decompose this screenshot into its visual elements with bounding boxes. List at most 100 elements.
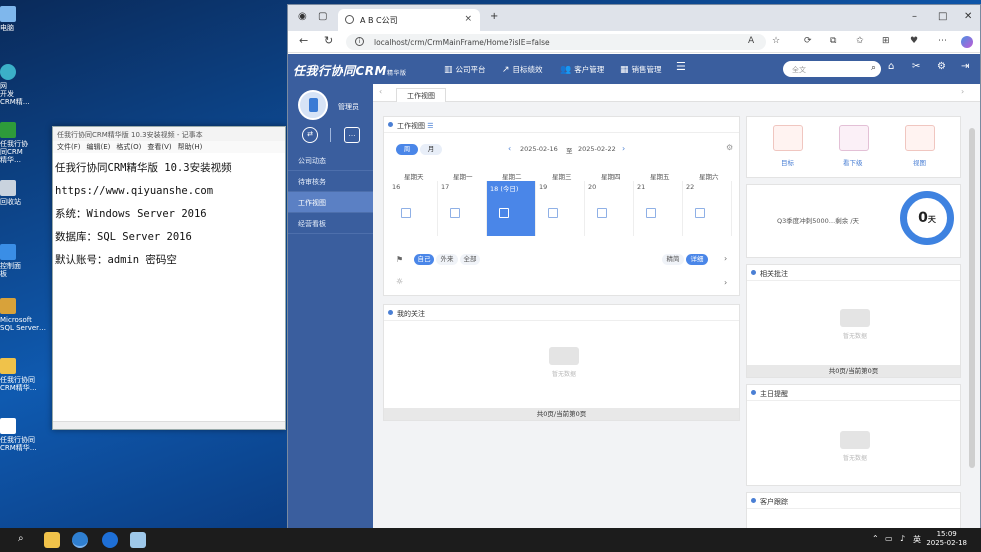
next-week-icon[interactable]: › xyxy=(622,144,625,153)
calendar-icon xyxy=(401,208,411,218)
share-icon[interactable]: ⇄ xyxy=(302,127,318,143)
nav-company-platform[interactable]: ▥ 公司平台 xyxy=(444,64,486,75)
close-window-button[interactable]: ✕ xyxy=(964,11,972,22)
notepad-icon[interactable] xyxy=(130,532,146,548)
filter-all[interactable]: 全部 xyxy=(460,254,480,265)
target-icon[interactable] xyxy=(773,125,803,151)
quick-label[interactable]: 看下级 xyxy=(843,157,863,167)
calendar-settings-icon[interactable]: ⚙ xyxy=(726,143,733,152)
quick-label[interactable]: 目标 xyxy=(781,157,794,167)
subordinate-icon[interactable] xyxy=(839,125,869,151)
notepad-hscroll[interactable] xyxy=(53,421,285,429)
nav-sales-management[interactable]: ▦ 销售管理 xyxy=(620,64,662,75)
new-tab-button[interactable]: + xyxy=(490,11,498,22)
collections-icon[interactable]: ⊞ xyxy=(882,36,890,46)
read-aloud-icon[interactable]: A xyxy=(748,36,754,46)
chevron-right-icon[interactable]: › xyxy=(724,254,727,263)
logout-icon[interactable]: ⇥ xyxy=(961,61,969,72)
tab-work-view[interactable]: 工作视图 xyxy=(396,88,446,102)
day-cell[interactable]: 20 xyxy=(585,181,634,236)
tab-close-icon[interactable]: × xyxy=(464,14,472,24)
sidebar-item-pending[interactable]: 待审核务 xyxy=(288,171,373,192)
profile-icon[interactable]: ◉ xyxy=(298,11,307,22)
menu-format[interactable]: 格式(O) xyxy=(116,143,141,151)
settings-icon[interactable]: ⚙ xyxy=(937,61,946,72)
maximize-button[interactable]: □ xyxy=(938,11,947,22)
list-icon[interactable]: ☰ xyxy=(427,122,433,130)
favorites-bar-icon[interactable]: ✩ xyxy=(856,36,864,46)
url-field[interactable]: i localhost/crm/CrmMainFrame/Home?isIE=f… xyxy=(346,34,766,50)
tab-actions-icon[interactable]: ▢ xyxy=(318,11,327,22)
info-icon[interactable]: i xyxy=(355,37,364,46)
prev-week-icon[interactable]: ‹ xyxy=(508,144,511,153)
crm-logo[interactable]: 任我行协同CRM精华版 xyxy=(293,62,407,79)
sidebar-item-work-view[interactable]: 工作视图 xyxy=(288,192,373,213)
month-button[interactable]: 月 xyxy=(420,144,442,155)
day-cell[interactable]: 17 xyxy=(438,181,487,236)
back-icon[interactable]: ← xyxy=(299,34,308,47)
file-explorer-icon[interactable] xyxy=(44,532,60,548)
menu-help[interactable]: 帮助(H) xyxy=(178,143,203,151)
network-icon[interactable]: ▭ xyxy=(885,534,893,543)
desktop-icon-computer[interactable]: 电脑 xyxy=(0,6,30,32)
user-name[interactable]: 管理员 xyxy=(338,102,359,112)
day-cell-today[interactable]: 18 (今日) xyxy=(487,181,536,236)
clock[interactable]: 15:09 2025-02-18 xyxy=(926,530,967,548)
tab-scroll-right-icon[interactable]: › xyxy=(961,87,964,96)
kpi-panel: Q3季度冲刺5000…剩余 /天 0天 xyxy=(746,184,961,258)
notepad-menu: 文件(F) 编辑(E) 格式(O) 查看(V) 帮助(H) xyxy=(53,141,285,153)
tab-scroll-left-icon[interactable]: ‹ xyxy=(379,87,382,96)
search-icon[interactable]: ⌕ xyxy=(18,533,24,544)
desktop-icon-control-panel[interactable]: 控制面 板 xyxy=(0,244,30,278)
home-icon[interactable]: ⌂ xyxy=(888,61,894,72)
desktop-icon-sql-server[interactable]: Microsoft SQL Server… xyxy=(0,298,46,332)
desktop-icon-recycle-bin[interactable]: 回收站 xyxy=(0,180,30,206)
browser-tab[interactable]: A B C公司 × xyxy=(338,9,480,31)
menu-edit[interactable]: 编辑(E) xyxy=(87,143,111,151)
tools-icon[interactable]: ✂ xyxy=(912,61,920,72)
favorite-icon[interactable]: ☆ xyxy=(772,36,780,46)
volume-icon[interactable]: ♪ xyxy=(900,534,905,543)
day-cell[interactable]: 16 xyxy=(389,181,438,236)
view-icon[interactable] xyxy=(905,125,935,151)
filter-self[interactable]: 自己 xyxy=(414,254,434,265)
day-cell[interactable]: 22 xyxy=(683,181,732,236)
copilot-icon[interactable] xyxy=(961,36,973,48)
search-icon[interactable]: ⌕ xyxy=(871,63,876,73)
split-icon[interactable]: ⧉ xyxy=(830,36,836,46)
notepad-text[interactable]: 任我行协同CRM精华版 10.3安装视频 https://www.qiyuans… xyxy=(53,153,285,276)
desktop-icon-edge[interactable]: 网 开发 CRM精… xyxy=(0,64,30,106)
refresh-icon[interactable]: ↻ xyxy=(324,34,333,47)
browser-essentials-icon[interactable]: ♥ xyxy=(910,36,918,46)
menu-icon[interactable]: ☰ xyxy=(676,60,686,73)
sidebar-item-dashboard[interactable]: 经营看板 xyxy=(288,213,373,234)
avatar[interactable] xyxy=(298,90,328,120)
desktop-icon-crm[interactable]: 任我行协 同CRM 精华… xyxy=(0,122,30,164)
filter-detail[interactable]: 详细 xyxy=(686,254,708,265)
quick-label[interactable]: 视图 xyxy=(913,157,926,167)
desktop-icon-folder[interactable]: 任我行协同 CRM精华… xyxy=(0,358,37,392)
day-cell[interactable]: 21 xyxy=(634,181,683,236)
nav-customer-management[interactable]: 👥 客户管理 xyxy=(560,64,604,75)
filter-simple[interactable]: 精简 xyxy=(662,254,684,265)
tray-overflow-icon[interactable]: ⌃ xyxy=(872,534,879,543)
chat-icon[interactable]: … xyxy=(344,127,360,143)
chevron-right-icon[interactable]: › xyxy=(724,278,727,287)
minimize-button[interactable]: – xyxy=(912,11,917,22)
menu-view[interactable]: 查看(V) xyxy=(147,143,171,151)
input-method[interactable]: 英 xyxy=(913,534,921,545)
more-icon[interactable]: ⋯ xyxy=(938,36,947,46)
content-scrollbar[interactable] xyxy=(969,128,975,468)
sidebar-item-company-news[interactable]: 公司动态 xyxy=(288,150,373,171)
filter-external[interactable]: 外来 xyxy=(436,254,458,265)
day-cell[interactable]: 19 xyxy=(536,181,585,236)
menu-file[interactable]: 文件(F) xyxy=(57,143,81,151)
ie-icon[interactable] xyxy=(102,532,118,548)
global-search-input[interactable]: 全文 ⌕ xyxy=(783,61,881,77)
edge-icon[interactable] xyxy=(72,532,88,548)
desktop-icon-text-file[interactable]: 任我行协同 CRM精华… xyxy=(0,418,37,452)
weekday-label: 星期一 xyxy=(453,173,473,181)
nav-goal-performance[interactable]: ↗ 目标绩效 xyxy=(502,64,543,75)
week-button[interactable]: 周 xyxy=(396,144,418,155)
extensions-icon[interactable]: ⟳ xyxy=(804,36,812,46)
